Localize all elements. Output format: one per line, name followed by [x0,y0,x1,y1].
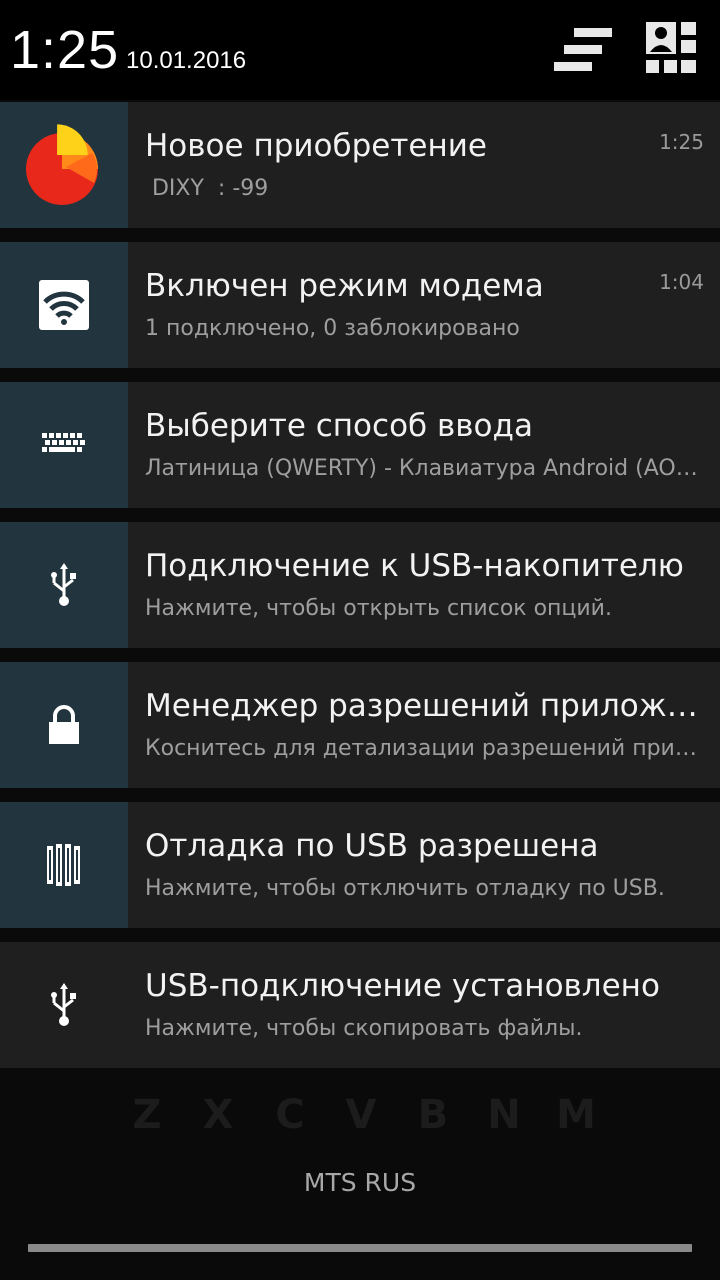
key-c: C [275,1092,305,1138]
notification-time: 1:04 [659,270,704,294]
notification-title: Включен режим модема [145,268,544,304]
notification-title: Менеджер разрешений приложений [145,688,710,724]
clear-all-icon [554,28,612,71]
notification-title: Отладка по USB разрешена [145,828,599,864]
notification-icon-box [0,242,128,368]
notification-subtitle: Нажмите, чтобы отключить отладку по USB. [145,876,665,901]
quick-settings-icon [646,22,696,73]
key-m: M [556,1092,596,1138]
key-z: Z [132,1092,162,1138]
notification-icon-box [0,942,128,1068]
usb-icon [51,563,76,606]
clear-all-button[interactable] [552,20,614,80]
key-n: N [487,1092,521,1138]
key-b: B [417,1092,449,1138]
usb-debug-icon [47,844,80,886]
notification-subtitle: Нажмите, чтобы открыть список опций. [145,596,612,621]
pie-chart-app-icon [26,124,98,205]
notification-hotspot[interactable]: Включен режим модема 1:04 1 подключено, … [0,242,720,368]
notification-header: 1:25 10.01.2016 [0,0,720,100]
wifi-hotspot-icon [39,280,89,330]
notification-subtitle: Латиница (QWERTY) - Клавиатура Android (… [145,456,700,481]
notification-icon-box [0,802,128,928]
notification-subtitle: DIXY : -99 [145,176,269,201]
notification-icon-box [0,522,128,648]
notification-usb-connected[interactable]: USB-подключение установлено Нажмите, что… [0,942,720,1068]
date: 10.01.2016 [126,47,247,74]
notification-subtitle: Нажмите, чтобы скопировать файлы. [145,1016,583,1041]
carrier-label: MTS RUS [303,1168,417,1197]
key-v: V [345,1092,377,1138]
notification-icon-box [0,102,128,228]
notification-title: Выберите способ ввода [145,408,533,444]
quick-settings-button[interactable] [644,20,706,80]
usb-icon [51,983,76,1026]
notification-purchase[interactable]: Новое приобретение 1:25 DIXY : -99 [0,102,720,228]
notification-input-method[interactable]: Выберите способ ввода Латиница (QWERTY) … [0,382,720,508]
notification-time: 1:25 [659,130,704,154]
background-keyboard: Z X C V B N M [0,1070,720,1220]
notification-icon-box [0,382,128,508]
notification-subtitle: Коснитесь для детализации разрешений при… [145,736,700,761]
notification-usb-storage[interactable]: Подключение к USB-накопителю Нажмите, чт… [0,522,720,648]
key-x: X [202,1092,234,1138]
notification-permissions[interactable]: Менеджер разрешений приложений Коснитесь… [0,662,720,788]
clock: 1:25 [10,20,120,80]
notification-title: USB-подключение установлено [145,968,660,1004]
shade-drag-handle[interactable] [28,1244,692,1252]
notification-icon-box [0,662,128,788]
notification-usb-debug[interactable]: Отладка по USB разрешена Нажмите, чтобы … [0,802,720,928]
lock-icon [49,705,79,744]
keyboard-icon [42,433,85,452]
notification-title: Новое приобретение [145,128,487,164]
notification-subtitle: 1 подключено, 0 заблокировано [145,316,520,341]
notification-title: Подключение к USB-накопителю [145,548,684,584]
